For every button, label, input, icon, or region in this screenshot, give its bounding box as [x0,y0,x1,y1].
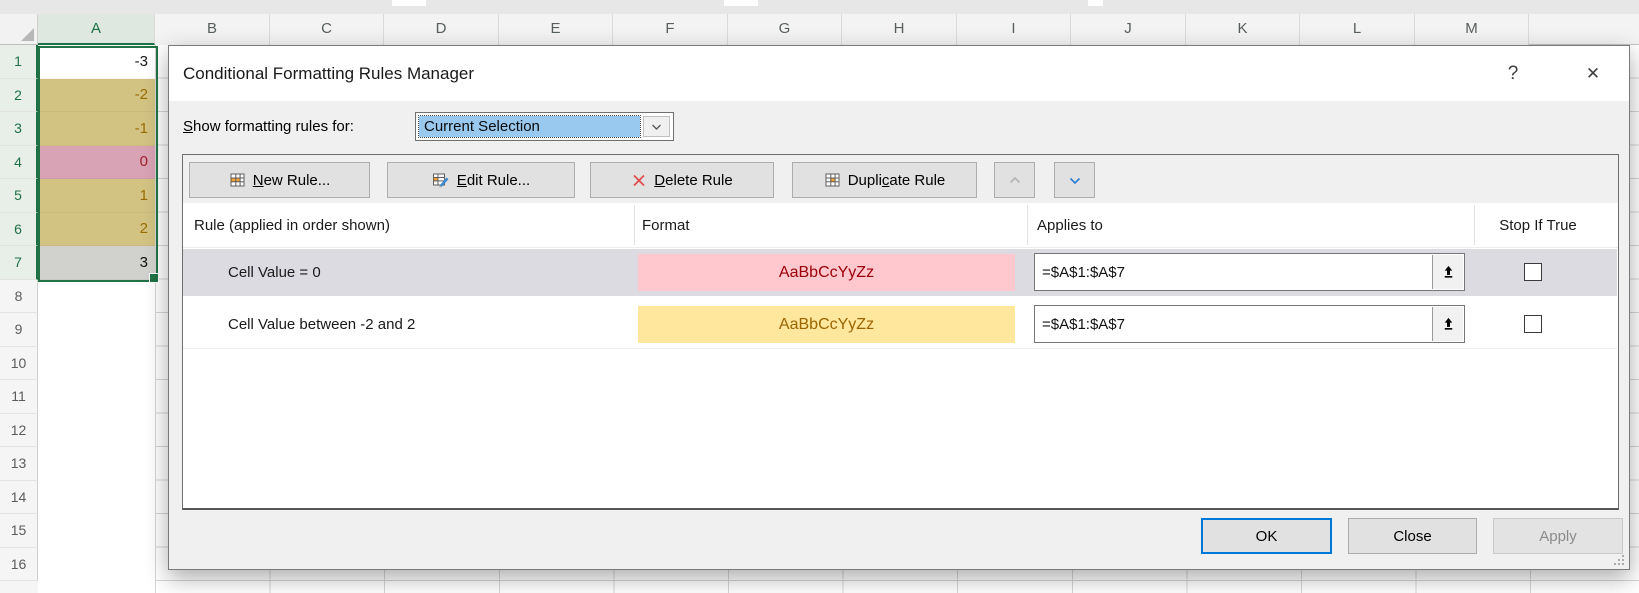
row-header-8[interactable]: 8 [0,280,38,314]
row-header-10[interactable]: 10 [0,347,38,381]
column-headers: ABCDEFGHIJKLM [38,14,1639,45]
header-separator [1474,205,1475,245]
duplicate-rule-table-icon [824,172,841,188]
row-header-13[interactable]: 13 [0,447,38,481]
select-all-button[interactable] [0,14,38,45]
edit-rule-pencil-icon [432,172,450,188]
row-header-12[interactable]: 12 [0,414,38,448]
column-header-B[interactable]: B [155,14,270,45]
column-header-D[interactable]: D [384,14,499,45]
collapse-dialog-arrow-icon [1441,264,1456,280]
column-header-L[interactable]: L [1300,14,1415,45]
help-button[interactable]: ? [1491,46,1535,101]
ribbon-remnant [724,0,758,6]
show-rules-dropdown-chevron[interactable] [643,116,670,137]
column-header-H[interactable]: H [842,14,957,45]
collapse-dialog-button[interactable] [1432,255,1463,289]
show-rules-dropdown-value: Current Selection [419,116,640,137]
row-header-9[interactable]: 9 [0,313,38,347]
apply-button: Apply [1493,518,1623,554]
rules-list-header: Rule (applied in order shown) Format App… [183,203,1618,248]
row-header-7[interactable]: 7 [0,246,38,280]
move-rule-up-button[interactable] [994,162,1035,198]
row-header-4[interactable]: 4 [0,146,38,180]
show-rules-label: Show formatting rules for: [183,112,354,140]
delete-x-icon [631,172,647,188]
applies-to-value: =$A$1:$A$7 [1042,254,1125,290]
header-stop-if-true: Stop If True [1474,203,1602,248]
header-applies-to: Applies to [1037,203,1103,248]
row-header-11[interactable]: 11 [0,380,38,414]
delete-rule-button[interactable]: Delete Rule [590,162,774,198]
row-header-15[interactable]: 15 [0,514,38,548]
rule-row-1[interactable]: Cell Value = 0 AaBbCcYyZz =$A$1:$A$7 [183,249,1617,296]
duplicate-rule-button[interactable]: Duplicate Rule [792,162,977,198]
row-header-2[interactable]: 2 [0,79,38,113]
ribbon-remnant [392,0,426,6]
column-header-I[interactable]: I [957,14,1071,45]
fill-handle[interactable] [149,273,159,283]
select-all-triangle-icon [21,28,34,41]
stop-if-true-checkbox[interactable] [1524,263,1542,281]
format-preview: AaBbCcYyZz [638,254,1015,291]
format-preview: AaBbCcYyZz [638,306,1015,343]
resize-grip[interactable] [1612,553,1624,565]
column-header-K[interactable]: K [1186,14,1300,45]
ok-button[interactable]: OK [1201,518,1332,554]
row-header-3[interactable]: 3 [0,112,38,146]
close-button[interactable]: Close [1348,518,1477,554]
edit-rule-button[interactable]: Edit Rule... [387,162,575,198]
column-header-C[interactable]: C [270,14,384,45]
rule-description: Cell Value between -2 and 2 [228,301,415,348]
dialog-titlebar[interactable]: Conditional Formatting Rules Manager ? ✕ [169,46,1629,101]
column-header-E[interactable]: E [499,14,613,45]
collapse-dialog-button[interactable] [1432,307,1463,341]
selection-range-border [38,46,158,282]
column-header-F[interactable]: F [613,14,728,45]
applies-to-value: =$A$1:$A$7 [1042,306,1125,342]
collapse-dialog-arrow-icon [1441,316,1456,332]
rule-row-2[interactable]: Cell Value between -2 and 2 AaBbCcYyZz =… [183,301,1617,349]
show-rules-dropdown[interactable]: Current Selection [415,112,674,141]
chevron-down-icon [1067,173,1083,188]
applies-to-input[interactable]: =$A$1:$A$7 [1034,305,1465,343]
header-separator [634,205,635,245]
column-header-A[interactable]: A [38,14,155,45]
header-format: Format [642,203,690,248]
stop-if-true-checkbox[interactable] [1524,315,1542,333]
ribbon-bottom-strip [0,0,1639,14]
ribbon-remnant [1088,0,1103,6]
column-header-G[interactable]: G [728,14,842,45]
chevron-down-icon [651,122,662,132]
rule-description: Cell Value = 0 [228,249,321,296]
row-header-6[interactable]: 6 [0,213,38,247]
rules-toolbar: New Rule... Edit Rule... [183,155,1618,203]
row-header-14[interactable]: 14 [0,481,38,515]
new-rule-button[interactable]: New Rule... [189,162,370,198]
rules-panel: New Rule... Edit Rule... [182,154,1619,510]
close-dialog-button[interactable]: ✕ [1571,46,1615,101]
new-rule-table-icon [229,172,246,188]
dialog-title: Conditional Formatting Rules Manager [183,46,474,101]
row-header-16[interactable]: 16 [0,548,38,582]
move-rule-down-button[interactable] [1054,162,1095,198]
applies-to-input[interactable]: =$A$1:$A$7 [1034,253,1465,291]
column-header-J[interactable]: J [1071,14,1186,45]
row-header-5[interactable]: 5 [0,179,38,213]
row-headers: 12345678910111213141516 [0,45,38,593]
column-header-M[interactable]: M [1415,14,1529,45]
conditional-formatting-rules-manager-dialog: Conditional Formatting Rules Manager ? ✕… [168,45,1630,570]
chevron-up-icon [1007,173,1023,188]
header-separator [1027,205,1028,245]
header-rule: Rule (applied in order shown) [194,203,390,248]
row-header-1[interactable]: 1 [0,45,38,79]
